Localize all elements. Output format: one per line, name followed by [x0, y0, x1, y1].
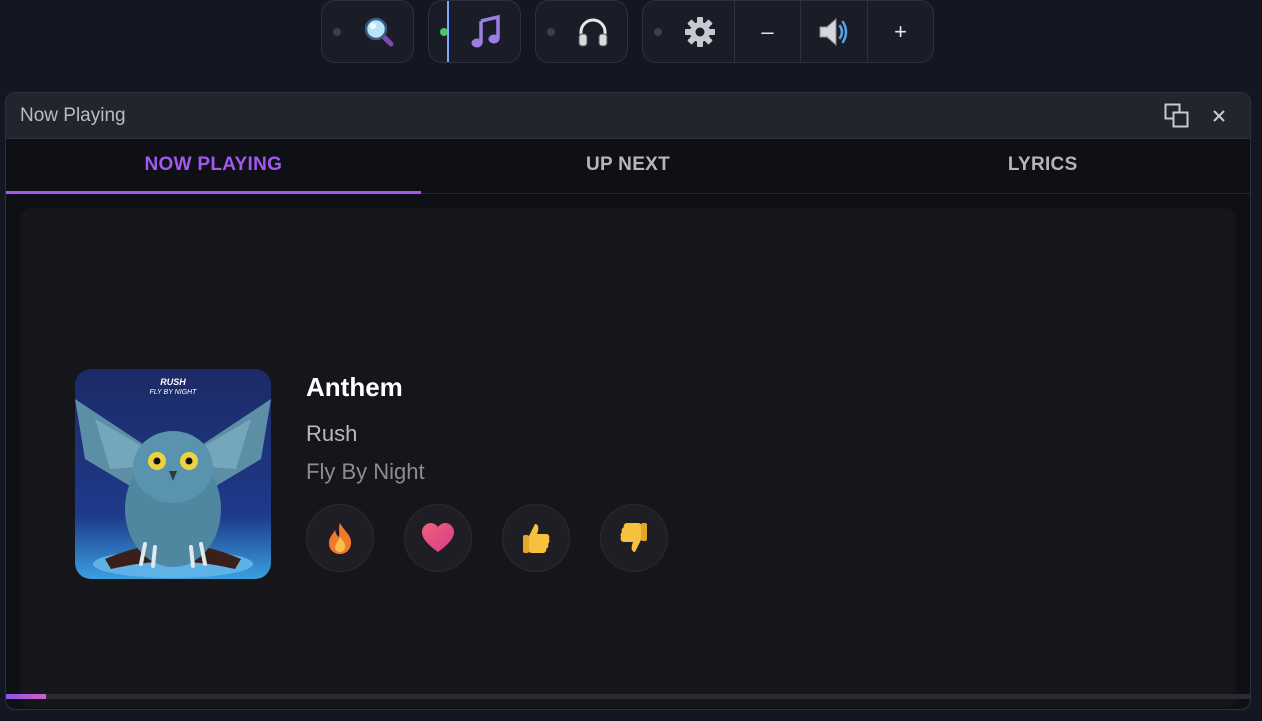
music-button[interactable] [429, 1, 520, 62]
search-icon [364, 17, 393, 46]
search-button[interactable] [322, 1, 413, 62]
popout-icon [1164, 103, 1189, 128]
playback-progress-fill [6, 694, 46, 699]
gear-icon [684, 16, 715, 47]
thumbs-up-reaction-button[interactable] [502, 504, 570, 572]
tab-lyrics[interactable]: LYRICS [835, 139, 1250, 193]
now-playing-card: RUSH FLY BY NIGHT Anthem Rush Fly By Nig… [20, 208, 1236, 708]
tab-up-next[interactable]: UP NEXT [421, 139, 836, 193]
tab-now-playing[interactable]: NOW PLAYING [6, 139, 421, 194]
volume-down-label: – [761, 18, 774, 44]
window-title: Now Playing [20, 104, 126, 126]
headphones-icon [578, 18, 607, 46]
music-group [428, 0, 521, 63]
headphones-button[interactable] [536, 1, 627, 62]
volume-down-button[interactable]: – [734, 1, 800, 62]
volume-button[interactable] [800, 1, 867, 62]
playback-progress-bar[interactable] [6, 694, 1250, 699]
album-art[interactable]: RUSH FLY BY NIGHT [75, 369, 271, 579]
close-icon [1213, 110, 1225, 122]
album-art-image: RUSH FLY BY NIGHT [75, 369, 271, 579]
thumbs-down-reaction-button[interactable] [600, 504, 668, 572]
music-note-icon [471, 14, 500, 47]
indicator-off [654, 28, 662, 36]
track-album[interactable]: Fly By Night [306, 459, 425, 485]
window-titlebar[interactable]: Now Playing [6, 93, 1250, 139]
track-title: Anthem [306, 372, 403, 402]
track-artist[interactable]: Rush [306, 421, 357, 447]
album-art-album-text: FLY BY NIGHT [150, 389, 198, 396]
volume-up-button[interactable]: + [867, 1, 933, 62]
tab-bar: NOW PLAYING UP NEXT LYRICS [6, 139, 1250, 194]
now-playing-window: Now Playing NOW PLAYING UP NEXT LYRICS R… [5, 92, 1251, 710]
settings-button[interactable] [643, 1, 734, 62]
close-button[interactable] [1205, 102, 1233, 130]
indicator-off [333, 28, 341, 36]
search-group [321, 0, 414, 63]
fire-reaction-button[interactable] [306, 504, 374, 572]
volume-up-label: + [894, 18, 907, 44]
heart-reaction-button[interactable] [404, 504, 472, 572]
album-art-band-text: RUSH [160, 377, 186, 387]
thumbs-down-icon [620, 523, 647, 552]
popout-button[interactable] [1163, 102, 1191, 130]
active-indicator [447, 1, 449, 62]
headphones-group [535, 0, 628, 63]
thumbs-up-icon [523, 524, 550, 553]
speaker-icon [819, 17, 848, 46]
indicator-off [547, 28, 555, 36]
fire-icon [329, 523, 352, 554]
heart-icon [422, 523, 454, 552]
controls-group: – + [642, 0, 934, 63]
